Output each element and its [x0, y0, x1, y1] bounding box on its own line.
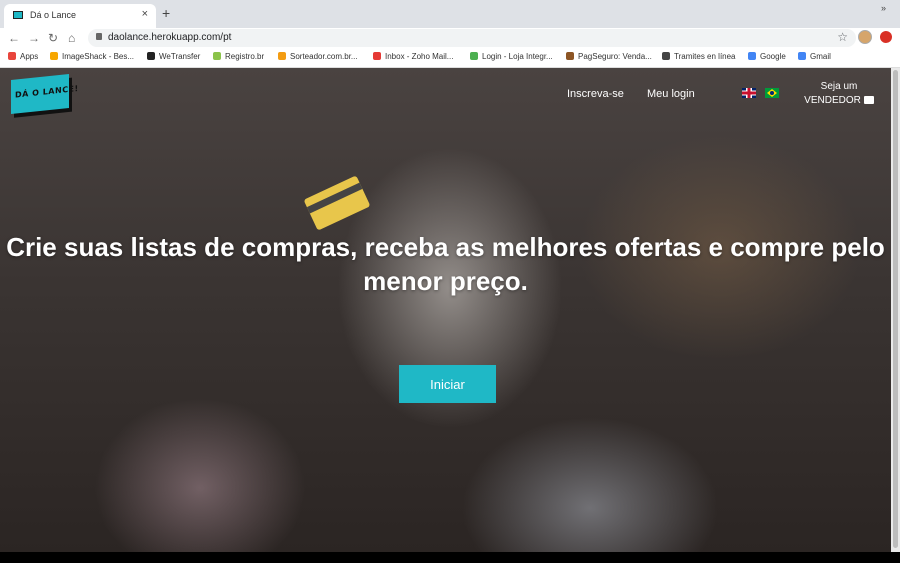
- english-flag-icon[interactable]: [742, 88, 756, 98]
- back-button[interactable]: ←: [8, 31, 20, 45]
- bookmark-star-icon[interactable]: ☆: [837, 30, 848, 44]
- bookmark-item[interactable]: Registro.br: [213, 52, 264, 61]
- bookmark-item[interactable]: Tramites en línea: [662, 52, 736, 61]
- bookmark-item[interactable]: Inbox - Zoho Mail...: [373, 52, 453, 61]
- signup-link[interactable]: Inscreva-se: [567, 88, 624, 100]
- bookmark-item[interactable]: Google: [748, 52, 786, 61]
- browser-tab[interactable]: Dá o Lance ×: [4, 4, 156, 28]
- bookmark-label: WeTransfer: [159, 52, 201, 61]
- brazil-flag-icon[interactable]: [765, 88, 779, 98]
- sorteador-icon: [278, 52, 286, 60]
- bookmark-label: Google: [760, 52, 786, 61]
- bottom-strip: [0, 552, 900, 563]
- store-icon: [863, 96, 874, 104]
- bookmark-label: Registro.br: [225, 52, 265, 61]
- loja-integrada-icon: [470, 52, 478, 60]
- hero-section: DÁ O LANCE! Inscreva-se Meu login Seja u…: [0, 68, 891, 552]
- address-bar[interactable]: daolance.herokuapp.com/pt ☆: [88, 29, 856, 47]
- seller-line-1: Seja um: [820, 81, 858, 92]
- bookmark-label: Inbox - Zoho Mail...: [385, 52, 454, 61]
- imageshack-icon: [50, 52, 58, 60]
- bookmark-item[interactable]: PagSeguro: Venda...: [566, 52, 652, 61]
- browser-toolbar: ← → ↻ ⌂ daolance.herokuapp.com/pt ☆: [0, 28, 900, 48]
- hero-title: Crie suas listas de compras, receba as m…: [6, 232, 885, 296]
- logo-text: DÁ O LANCE!: [15, 83, 79, 100]
- reload-button[interactable]: ↻: [48, 31, 58, 45]
- bookmark-label: Apps: [20, 52, 39, 61]
- bookmark-label: PagSeguro: Venda...: [578, 52, 652, 61]
- tab-close-icon[interactable]: ×: [142, 8, 148, 20]
- globe-icon: [662, 52, 670, 60]
- start-button[interactable]: Iniciar: [399, 365, 496, 403]
- wetransfer-icon: [147, 52, 155, 60]
- zoho-mail-icon: [373, 52, 381, 60]
- scrollbar-thumb[interactable]: [893, 70, 898, 548]
- site-favicon-icon: [13, 11, 23, 19]
- bookmark-item[interactable]: Gmail: [798, 52, 831, 61]
- tab-title: Dá o Lance: [30, 10, 77, 20]
- bookmarks-bar: Apps ImageShack - Bes... WeTransfer Registr…: [0, 48, 900, 68]
- bookmark-item[interactable]: Apps: [8, 52, 38, 61]
- bookmark-item[interactable]: Login - Loja Integr...: [470, 52, 553, 61]
- registro-icon: [213, 52, 221, 60]
- browser-tab-bar: Dá o Lance × +: [0, 0, 900, 28]
- bookmark-item[interactable]: ImageShack - Bes...: [50, 52, 134, 61]
- more-bookmarks-button[interactable]: »: [881, 3, 886, 13]
- apps-grid-icon: [8, 52, 16, 60]
- seller-line-2: VENDEDOR: [804, 95, 861, 106]
- bookmark-label: ImageShack - Bes...: [62, 52, 135, 61]
- extension-icon[interactable]: [880, 31, 892, 43]
- bookmark-item[interactable]: WeTransfer: [147, 52, 200, 61]
- profile-avatar[interactable]: [858, 30, 872, 44]
- lock-icon: [96, 33, 102, 40]
- credit-card-image: [303, 175, 371, 231]
- home-button[interactable]: ⌂: [68, 31, 75, 45]
- seller-signup-link[interactable]: Seja um VENDEDOR: [804, 80, 874, 108]
- page-scrollbar[interactable]: [891, 68, 900, 552]
- google-icon: [798, 52, 806, 60]
- pagseguro-icon: [566, 52, 574, 60]
- bookmark-label: Sorteador.com.br...: [290, 52, 358, 61]
- google-icon: [748, 52, 756, 60]
- bookmark-label: Gmail: [810, 52, 831, 61]
- bookmark-item[interactable]: Sorteador.com.br...: [278, 52, 358, 61]
- bookmark-label: Tramites en línea: [674, 52, 736, 61]
- new-tab-button[interactable]: +: [162, 5, 170, 21]
- site-logo[interactable]: DÁ O LANCE!: [11, 73, 79, 115]
- forward-button[interactable]: →: [28, 31, 40, 45]
- url-text[interactable]: daolance.herokuapp.com/pt: [108, 32, 231, 43]
- bookmark-label: Login - Loja Integr...: [482, 52, 553, 61]
- login-link[interactable]: Meu login: [647, 88, 695, 100]
